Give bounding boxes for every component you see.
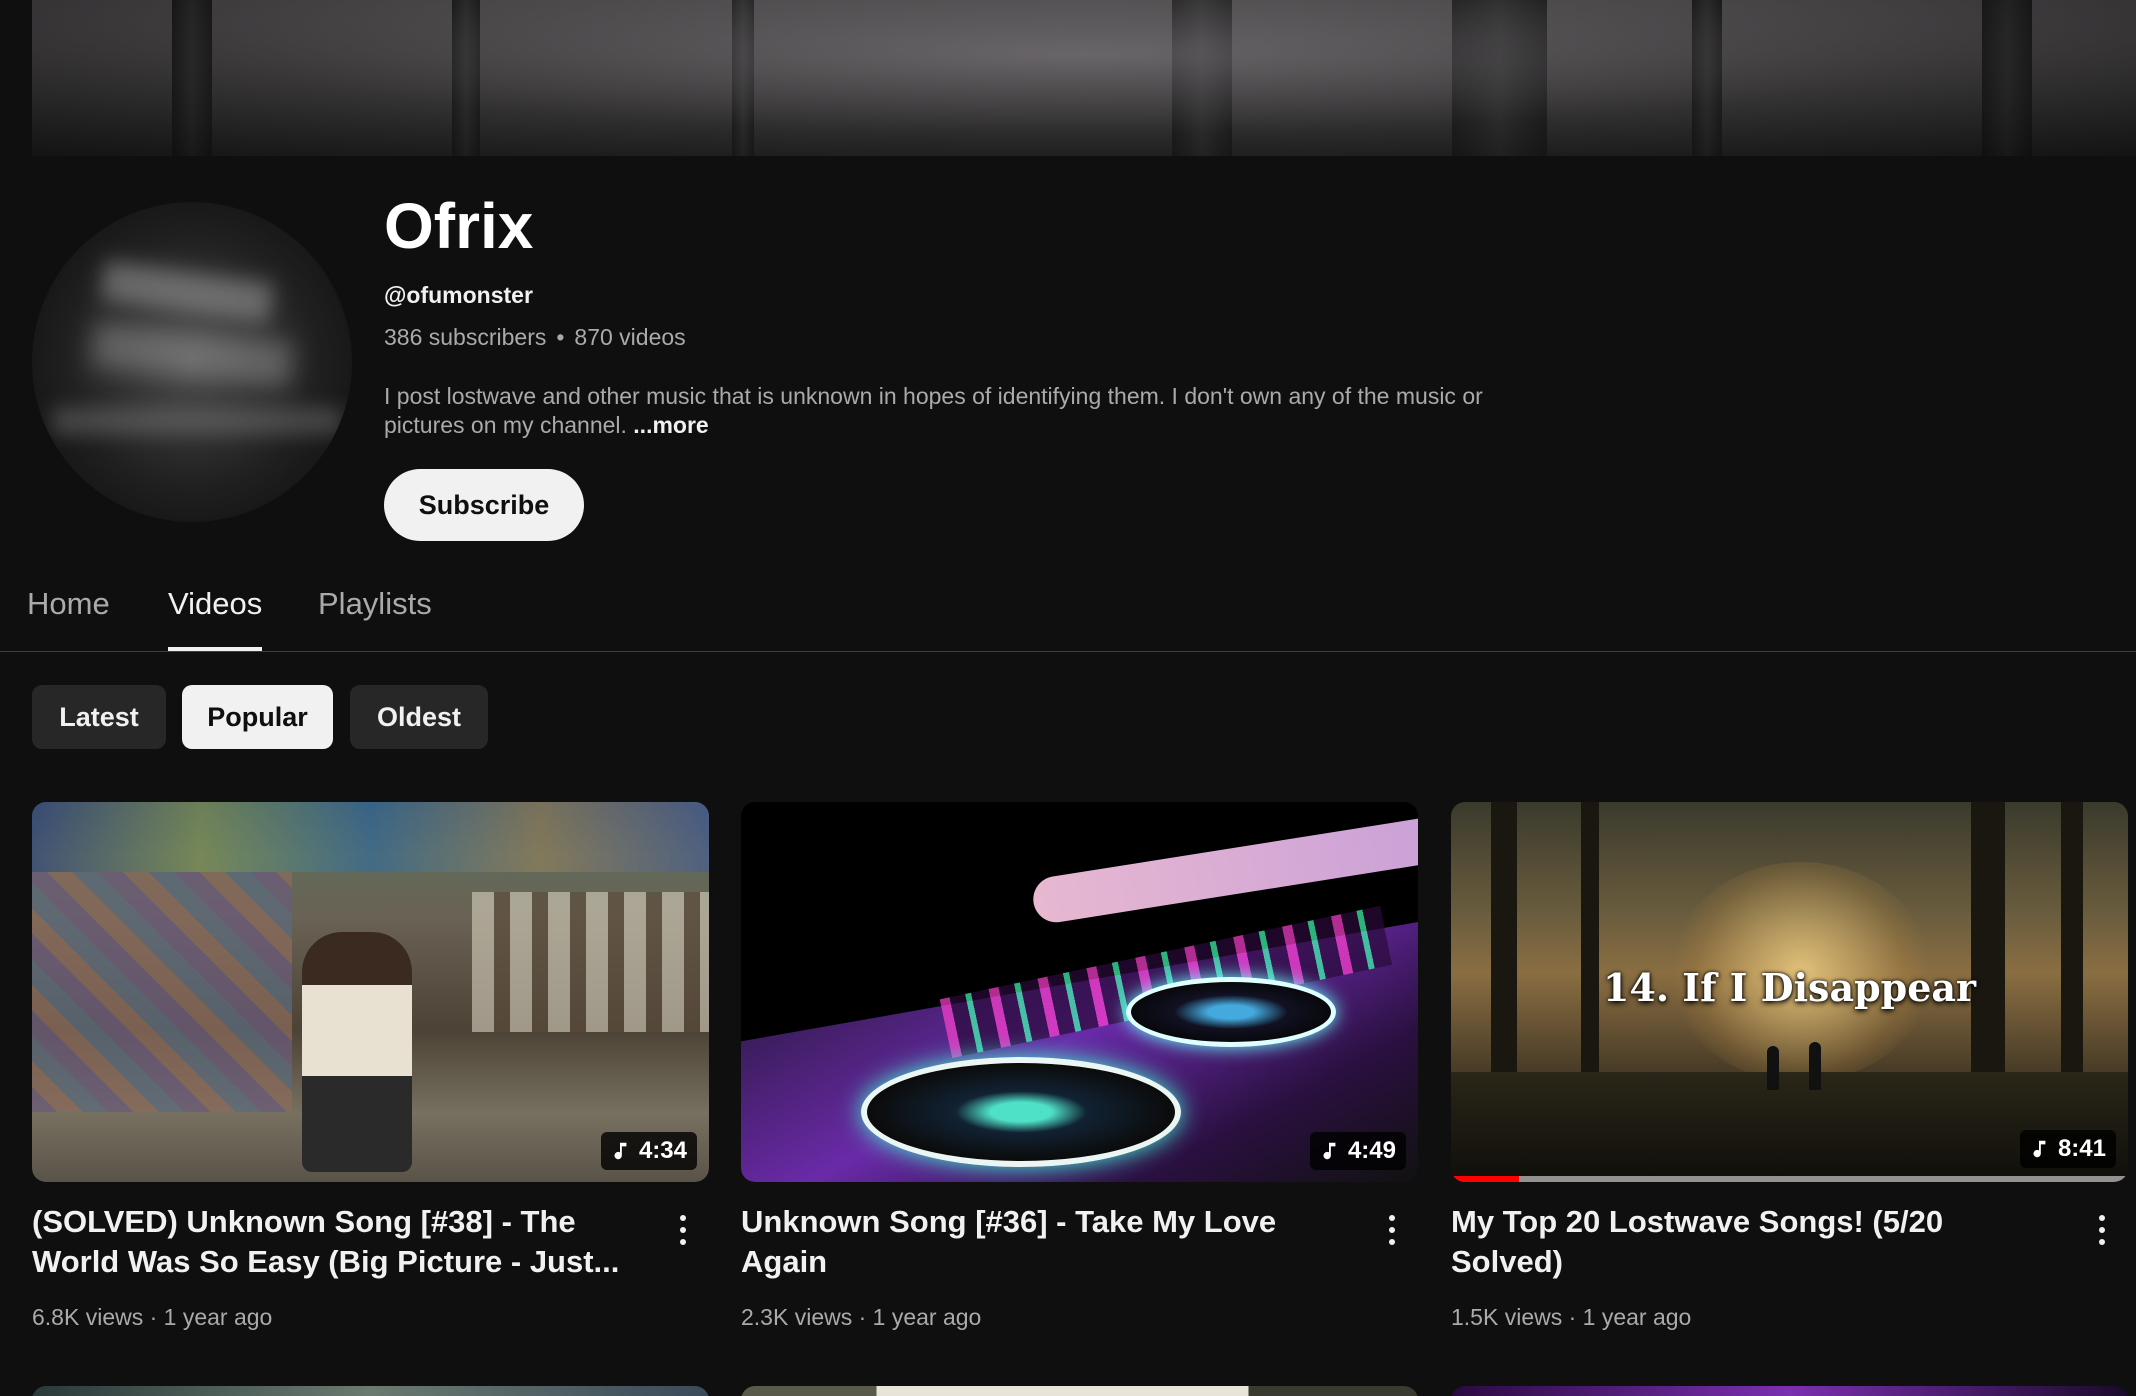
video-count: 870 videos xyxy=(574,324,686,350)
channel-avatar xyxy=(32,202,352,522)
duration-badge: 8:41 xyxy=(2019,1130,2116,1168)
more-options-icon[interactable] xyxy=(671,1212,695,1248)
tab-home[interactable]: Home xyxy=(27,586,110,651)
channel-stats: 386 subscribers • 870 videos xyxy=(384,324,686,351)
duration-badge: 4:34 xyxy=(600,1132,697,1170)
video-thumbnail[interactable]: 4:34 xyxy=(32,802,709,1182)
video-card[interactable]: 14. If I Disappear 8:41 My Top 20 Lostwa… xyxy=(1451,802,2128,1330)
video-title[interactable]: Unknown Song [#36] - Take My Love Again xyxy=(741,1202,1341,1282)
more-options-icon[interactable] xyxy=(1380,1212,1404,1248)
duration-text: 4:34 xyxy=(638,1137,687,1164)
video-meta: 6.8K views · 1 year ago xyxy=(32,1304,273,1330)
music-note-icon xyxy=(2033,1140,2046,1158)
separator-dot: • xyxy=(556,324,565,350)
music-note-icon xyxy=(1323,1142,1336,1160)
watch-progress-bar xyxy=(1451,1176,2128,1182)
channel-banner xyxy=(32,0,2136,156)
more-options-icon[interactable] xyxy=(2090,1212,2114,1248)
music-note-icon xyxy=(614,1142,627,1160)
duration-text: 4:49 xyxy=(1347,1137,1396,1164)
video-thumbnail[interactable]: 4:49 xyxy=(741,802,1418,1182)
more-link[interactable]: ...more xyxy=(633,412,708,438)
subscriber-count: 386 subscribers xyxy=(384,324,547,350)
subscribe-button[interactable]: Subscribe xyxy=(384,469,584,541)
channel-handle: @ofumonster xyxy=(384,282,533,308)
tab-videos[interactable]: Videos xyxy=(168,586,263,651)
video-thumbnail-partial[interactable] xyxy=(32,1386,709,1396)
description-text: I post lostwave and other music that is … xyxy=(384,383,1483,438)
chip-popular[interactable]: Popular xyxy=(182,685,333,749)
video-meta: 1.5K views · 1 year ago xyxy=(1451,1304,1692,1330)
video-title[interactable]: (SOLVED) Unknown Song [#38] - The World … xyxy=(32,1202,632,1282)
video-meta: 2.3K views · 1 year ago xyxy=(741,1304,982,1330)
chip-latest[interactable]: Latest xyxy=(32,685,166,749)
video-title[interactable]: My Top 20 Lostwave Songs! (5/20 Solved) xyxy=(1451,1202,2051,1282)
video-card[interactable]: 4:49 Unknown Song [#36] - Take My Love A… xyxy=(741,802,1418,1330)
chip-oldest[interactable]: Oldest xyxy=(350,685,488,749)
channel-tabs: Home Videos Playlists xyxy=(0,570,2136,652)
video-thumbnail[interactable]: 14. If I Disappear 8:41 xyxy=(1451,802,2128,1182)
duration-text: 8:41 xyxy=(2057,1135,2106,1162)
thumbnail-caption: 14. If I Disappear xyxy=(1602,965,1977,1010)
tab-playlists[interactable]: Playlists xyxy=(318,586,432,651)
video-thumbnail-partial[interactable] xyxy=(741,1386,1418,1396)
watch-progress-fill xyxy=(1451,1176,1519,1182)
video-card[interactable]: 4:34 (SOLVED) Unknown Song [#38] - The W… xyxy=(32,802,709,1330)
duration-badge: 4:49 xyxy=(1309,1132,1406,1170)
channel-description[interactable]: I post lostwave and other music that is … xyxy=(384,382,1534,440)
video-thumbnail-partial[interactable] xyxy=(1451,1386,2128,1396)
channel-name: Ofrix xyxy=(384,190,534,262)
